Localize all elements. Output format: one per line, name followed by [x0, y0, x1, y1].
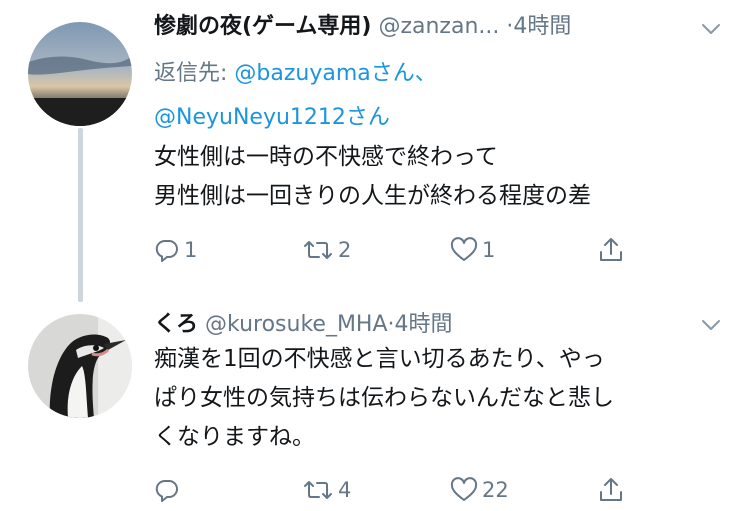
avatar[interactable]: [28, 314, 132, 418]
reply-icon: [154, 237, 180, 263]
mention-suffix: さん、: [370, 61, 437, 86]
retweet-icon: [302, 477, 334, 503]
tweet-actions: 1 2 1: [154, 230, 654, 270]
avatar[interactable]: [28, 22, 132, 126]
chevron-down-icon[interactable]: [700, 314, 722, 336]
retweet-button[interactable]: 4: [302, 470, 351, 510]
like-button[interactable]: 22: [450, 470, 509, 510]
retweet-icon: [302, 237, 334, 263]
tweet-text-line: ぱり女性の気持ちは伝わらないんだなと悲し: [154, 385, 614, 411]
tweet-actions: 4 22: [154, 470, 654, 510]
share-button[interactable]: [598, 230, 624, 270]
retweet-count: 4: [338, 478, 352, 502]
separator-dot: ·: [387, 312, 395, 337]
tweet-text-line: 男性側は一回きりの人生が終わる程度の差: [154, 183, 591, 209]
like-button[interactable]: 1: [450, 230, 495, 270]
share-icon: [598, 476, 624, 504]
tweet-text: 痴漢を1回の不快感と言い切るあたり、やっ ぱり女性の気持ちは伝わらないんだなと悲…: [154, 340, 614, 457]
reply-count: 1: [184, 238, 198, 262]
retweet-count: 2: [338, 238, 352, 262]
replying-to: 返信先: @bazuyamaさん、 @NeyuNeyu1212さん: [154, 52, 437, 140]
share-button[interactable]: [598, 470, 624, 510]
tweet-text-line: 女性側は一時の不快感で終わって: [154, 144, 498, 170]
user-handle[interactable]: @zanzan...: [378, 14, 499, 39]
timestamp[interactable]: 4時間: [395, 312, 453, 337]
like-count: 1: [482, 238, 496, 262]
mention-suffix: さん: [345, 105, 390, 130]
retweet-button[interactable]: 2: [302, 230, 351, 270]
share-icon: [598, 236, 624, 264]
user-handle[interactable]: @kurosuke_MHA: [205, 312, 388, 337]
heart-icon: [450, 477, 478, 503]
like-count: 22: [482, 478, 509, 502]
timestamp[interactable]: 4時間: [513, 14, 571, 39]
heart-icon: [450, 237, 478, 263]
mention-link[interactable]: @NeyuNeyu1212: [154, 105, 346, 130]
mention-link[interactable]: @bazuyama: [234, 61, 370, 86]
display-name[interactable]: くろ: [154, 312, 198, 337]
reply-prefix: 返信先:: [154, 61, 235, 86]
tweet-text-line: くなりますね。: [154, 424, 315, 450]
reply-button[interactable]: 1: [154, 230, 197, 270]
tweet[interactable]: 惨劇の夜(ゲーム専用) @zanzan... ·4時間 返信先: @bazuya…: [0, 0, 750, 302]
tweet-header: 惨劇の夜(ゲーム専用) @zanzan... ·4時間: [154, 12, 571, 42]
tweet-text: 女性側は一時の不快感で終わって 男性側は一回きりの人生が終わる程度の差: [154, 138, 591, 216]
tweet-header: くろ @kurosuke_MHA·4時間: [154, 310, 453, 340]
thread-line: [78, 128, 83, 302]
tweet-text-line: 痴漢を1回の不快感と言い切るあたり、やっ: [154, 346, 605, 372]
reply-icon: [154, 477, 180, 503]
tweet[interactable]: くろ @kurosuke_MHA·4時間 痴漢を1回の不快感と言い切るあたり、や…: [0, 300, 750, 511]
chevron-down-icon[interactable]: [700, 18, 722, 40]
display-name[interactable]: 惨劇の夜(ゲーム専用): [154, 14, 371, 39]
reply-button[interactable]: [154, 470, 184, 510]
